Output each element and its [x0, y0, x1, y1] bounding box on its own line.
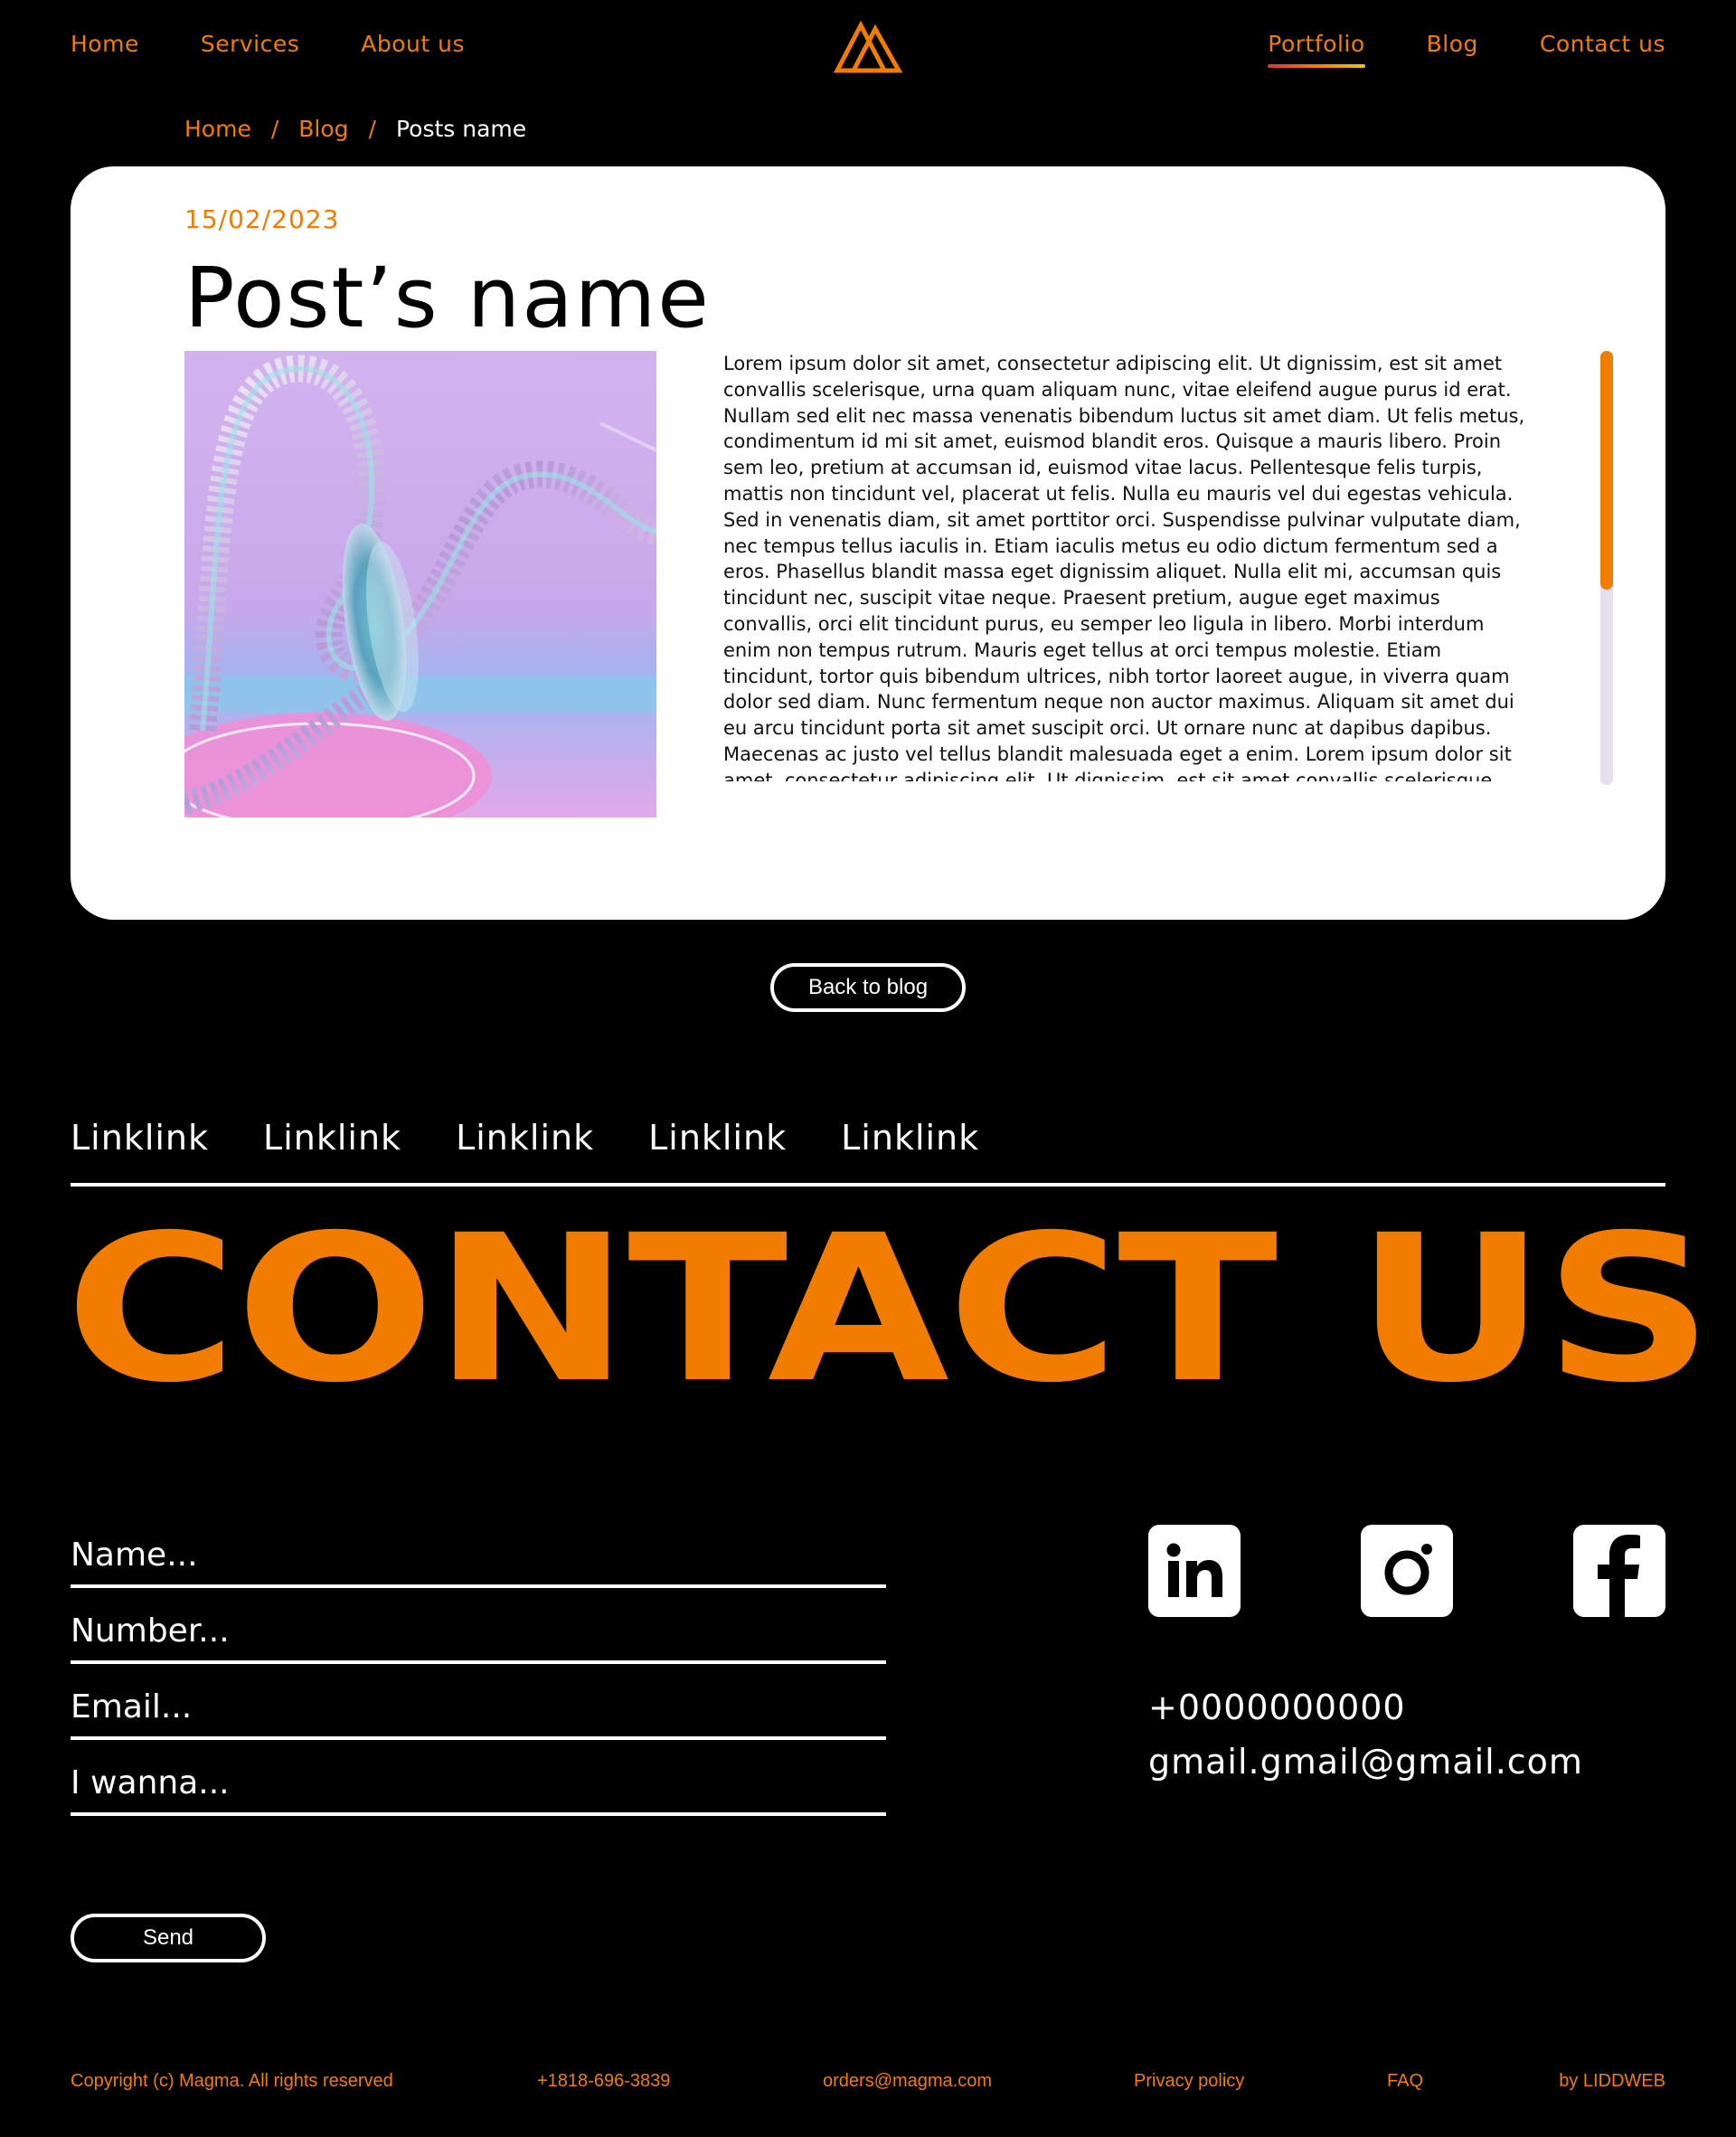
breadcrumb: Home / Blog / Posts name — [184, 116, 526, 142]
privacy-policy-link[interactable]: Privacy policy — [1134, 2071, 1244, 2092]
bottom-email-link[interactable]: orders@magma.com — [823, 2071, 992, 2092]
post-image — [184, 351, 656, 818]
contact-heading: CONTACT US — [65, 1191, 1713, 1427]
nav-link-contact-us[interactable]: Contact us — [1540, 31, 1665, 57]
scrollbar-track[interactable] — [1600, 351, 1613, 785]
breadcrumb-separator: / — [368, 116, 376, 142]
number-field-wrapper — [71, 1588, 886, 1664]
contact-phone[interactable]: +0000000000 — [1148, 1688, 1406, 1727]
nav-link-services[interactable]: Services — [201, 31, 299, 57]
footer-link[interactable]: Linklink — [263, 1118, 401, 1158]
footer-links: Linklink Linklink Linklink Linklink Link… — [71, 1118, 1033, 1158]
scrollbar-thumb[interactable] — [1600, 351, 1613, 590]
name-field[interactable] — [71, 1537, 886, 1574]
instagram-icon[interactable] — [1361, 1525, 1453, 1617]
breadcrumb-current: Posts name — [395, 116, 527, 142]
post-date: 15/02/2023 — [184, 204, 340, 234]
footer-link[interactable]: Linklink — [456, 1118, 594, 1158]
nav-link-about-us[interactable]: About us — [361, 31, 465, 57]
message-field-wrapper — [71, 1740, 886, 1816]
email-field[interactable] — [71, 1688, 886, 1726]
send-button[interactable]: Send — [71, 1914, 266, 1962]
copyright-text: Copyright (c) Magma. All rights reserved — [71, 2071, 393, 2091]
breadcrumb-home[interactable]: Home — [184, 116, 251, 142]
number-field[interactable] — [71, 1612, 886, 1650]
footer-link[interactable]: Linklink — [71, 1118, 209, 1158]
triangle-logo-icon[interactable] — [834, 20, 902, 74]
post-card: 15/02/2023 Post’s name Lorem ipsum dolor… — [71, 166, 1665, 920]
email-field-wrapper — [71, 1664, 886, 1740]
facebook-icon[interactable] — [1573, 1525, 1665, 1617]
breadcrumb-separator: / — [270, 116, 279, 142]
abstract-spiral-image — [184, 351, 656, 818]
footer-link[interactable]: Linklink — [648, 1118, 787, 1158]
breadcrumb-blog[interactable]: Blog — [298, 116, 348, 142]
nav-link-home[interactable]: Home — [71, 31, 139, 57]
post-body[interactable]: Lorem ipsum dolor sit amet, consectetur … — [723, 351, 1528, 781]
credit-link[interactable]: by LIDDWEB — [1559, 2071, 1665, 2092]
contact-email[interactable]: gmail.gmail@gmail.com — [1148, 1742, 1583, 1782]
bottom-phone-link[interactable]: +1818-696-3839 — [537, 2071, 670, 2092]
nav-link-blog[interactable]: Blog — [1427, 31, 1478, 57]
message-field[interactable] — [71, 1764, 886, 1801]
post-title: Post’s name — [184, 250, 711, 346]
back-to-blog-button[interactable]: Back to blog — [770, 963, 966, 1012]
faq-link[interactable]: FAQ — [1387, 2071, 1423, 2092]
bottom-bar: Copyright (c) Magma. All rights reserved… — [71, 2071, 1665, 2093]
name-field-wrapper — [71, 1525, 886, 1588]
nav-link-portfolio[interactable]: Portfolio — [1268, 31, 1366, 68]
linkedin-icon[interactable] — [1148, 1525, 1241, 1617]
nav-right: Portfolio Blog Contact us — [1206, 31, 1665, 68]
contact-form — [71, 1525, 886, 1816]
nav-left: Home Services About us — [71, 31, 526, 57]
footer-divider — [71, 1183, 1665, 1187]
footer-link[interactable]: Linklink — [841, 1118, 979, 1158]
